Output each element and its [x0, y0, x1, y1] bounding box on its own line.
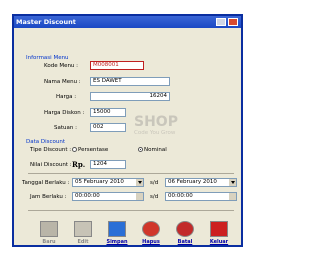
- currency-label: Rp.: [72, 160, 86, 169]
- nama-menu-label: Nama Menu :: [44, 79, 81, 85]
- harga-label: Harga :: [56, 94, 77, 100]
- simpan-label: Simpan: [106, 239, 128, 245]
- persentase-label: Persentase: [78, 147, 109, 153]
- nilai-discount-label: Nilai Discount :: [30, 162, 72, 168]
- from-time-field[interactable]: 00:00:00: [72, 192, 144, 201]
- edit-button[interactable]: Edit: [70, 220, 96, 248]
- watermark-slogan: Code You Grow: [134, 130, 176, 136]
- discount-section-label: Data Discount: [26, 139, 66, 145]
- from-date-value: 05 February 2010: [75, 179, 124, 185]
- new-icon: [40, 221, 58, 237]
- time-range-separator: s/d: [150, 194, 159, 200]
- batal-label: Batal: [177, 239, 193, 245]
- info-section-label: Informasi Menu: [26, 55, 69, 61]
- chevron-down-icon[interactable]: [229, 179, 236, 186]
- spinner-icon[interactable]: [229, 193, 236, 200]
- baru-button[interactable]: Baru: [36, 220, 62, 248]
- spinner-icon[interactable]: [136, 193, 143, 200]
- title-bar: Master Discount: [14, 16, 241, 28]
- form-body: SHOP Code You Grow Informasi Menu Kode M…: [14, 28, 241, 245]
- baru-label: Baru: [42, 239, 56, 245]
- to-time-field[interactable]: 00:00:00: [165, 192, 237, 201]
- kode-menu-field[interactable]: M008001: [90, 61, 144, 70]
- watermark-logo: SHOP: [134, 114, 178, 130]
- hapus-label: Hapus: [142, 239, 160, 245]
- to-date-value: 06 February 2010: [168, 179, 217, 185]
- divider: [28, 173, 234, 174]
- to-date-picker[interactable]: 06 February 2010: [165, 178, 237, 187]
- close-icon[interactable]: [228, 18, 238, 26]
- satuan-field[interactable]: 002: [90, 123, 126, 132]
- exit-icon: [210, 221, 228, 237]
- minimize-icon[interactable]: [216, 18, 226, 26]
- harga-diskon-field[interactable]: 15000: [90, 108, 126, 117]
- nilai-discount-field[interactable]: 1204: [90, 160, 126, 169]
- save-icon: [108, 221, 126, 237]
- keluar-label: Keluar: [209, 239, 229, 245]
- satuan-label: Satuan :: [54, 125, 77, 131]
- cancel-icon: [176, 221, 194, 237]
- radio-persentase[interactable]: [72, 147, 77, 152]
- date-range-separator: s/d: [150, 180, 159, 186]
- nominal-label: Nominal: [144, 147, 167, 153]
- window-title: Master Discount: [16, 18, 76, 26]
- jam-berlaku-label: Jam Berlaku :: [30, 194, 67, 200]
- tipe-discount-label: Tipe Discount :: [30, 147, 72, 153]
- delete-icon: [142, 221, 160, 237]
- divider: [28, 210, 234, 211]
- kode-menu-label: Kode Menu :: [44, 63, 79, 69]
- harga-diskon-label: Harga Diskon :: [44, 110, 85, 116]
- nama-menu-field[interactable]: ES DAWET: [90, 77, 170, 86]
- chevron-down-icon[interactable]: [136, 179, 143, 186]
- from-date-picker[interactable]: 05 February 2010: [72, 178, 144, 187]
- keluar-button[interactable]: Keluar: [206, 220, 232, 248]
- radio-nominal[interactable]: [138, 147, 143, 152]
- master-discount-window: Master Discount SHOP Code You Grow Infor…: [12, 14, 243, 247]
- simpan-button[interactable]: Simpan: [104, 220, 130, 248]
- harga-field[interactable]: 16204: [90, 92, 170, 101]
- edit-icon: [74, 221, 92, 237]
- hapus-button[interactable]: Hapus: [138, 220, 164, 248]
- tanggal-berlaku-label: Tanggal Berlaku :: [22, 180, 70, 186]
- from-time-value: 00:00:00: [75, 193, 100, 199]
- edit-label: Edit: [77, 239, 89, 245]
- batal-button[interactable]: Batal: [172, 220, 198, 248]
- to-time-value: 00:00:00: [168, 193, 193, 199]
